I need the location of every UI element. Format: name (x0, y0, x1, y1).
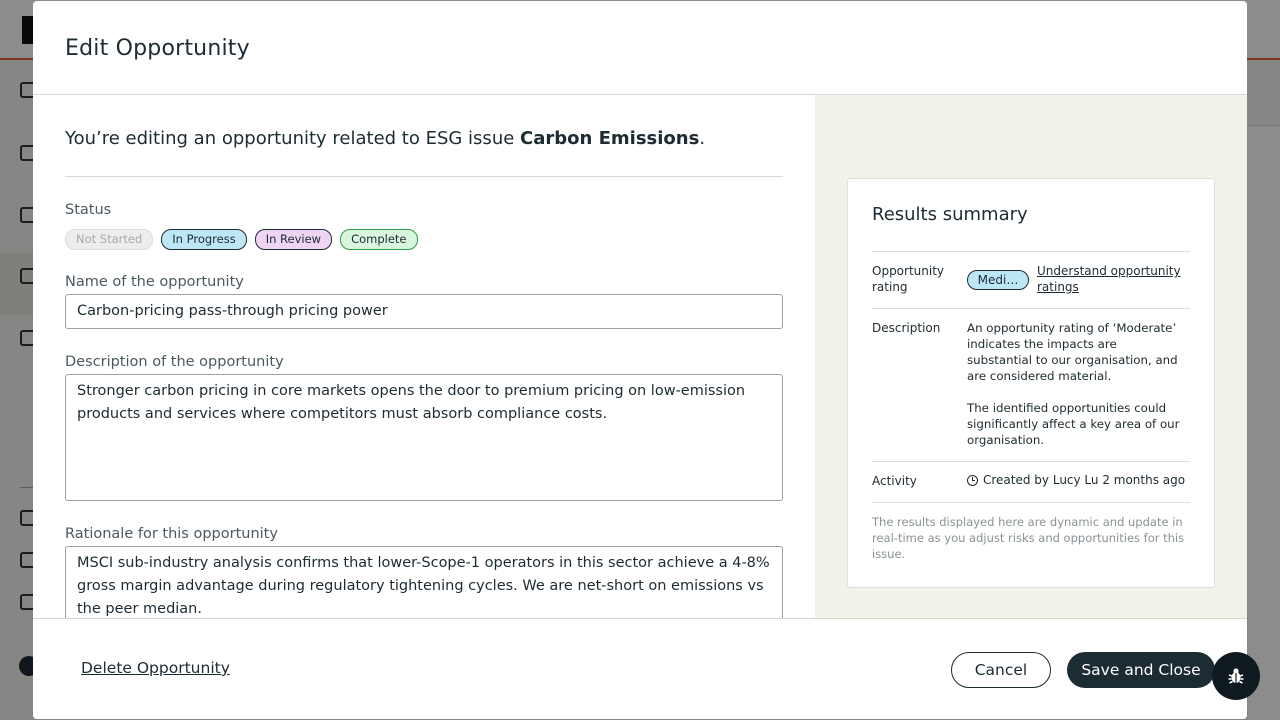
status-in-progress[interactable]: In Progress (161, 229, 247, 250)
modal-header: Edit Opportunity (33, 1, 1247, 95)
cancel-button[interactable]: Cancel (951, 652, 1051, 688)
results-note: The results displayed here are dynamic a… (872, 515, 1185, 561)
status-complete[interactable]: Complete (340, 229, 418, 250)
status-not-started[interactable]: Not Started (65, 229, 154, 250)
results-summary-title: Results summary (872, 204, 1028, 225)
activity-text: Created by Lucy Lu 2 months ago (983, 473, 1186, 487)
bug-report-button[interactable] (1212, 652, 1260, 700)
delete-opportunity-link[interactable]: Delete Opportunity (81, 659, 230, 677)
rationale-textarea[interactable]: MSCI sub-industry analysis confirms that… (65, 546, 783, 618)
description-field-label: Description of the opportunity (65, 354, 284, 370)
modal-footer: Delete Opportunity Cancel Save and Close (33, 618, 1247, 719)
bug-icon (1228, 668, 1244, 684)
status-in-review[interactable]: In Review (254, 229, 333, 250)
card-divider (872, 308, 1190, 309)
rating-label: Opportunity rating (872, 264, 945, 294)
understand-ratings-link[interactable]: Understand opportunity ratings (1037, 263, 1187, 295)
results-summary-card: Results summary Opportunity rating Medi…… (847, 178, 1215, 588)
name-field-label: Name of the opportunity (65, 274, 244, 290)
summary-column: Results summary Opportunity rating Medi…… (815, 95, 1247, 618)
form-column: You’re editing an opportunity related to… (33, 95, 815, 618)
activity-label: Activity (872, 474, 917, 488)
intro-text: You’re editing an opportunity related to… (65, 128, 706, 149)
rating-description-p1: An opportunity rating of ‘Moderate’ indi… (967, 321, 1178, 383)
card-divider (872, 502, 1190, 503)
card-divider (872, 461, 1190, 462)
name-input[interactable]: Carbon-pricing pass-through pricing powe… (65, 294, 783, 329)
status-selector: Not Started In Progress In Review Comple… (65, 229, 418, 250)
rationale-field-label: Rationale for this opportunity (65, 526, 278, 542)
clock-icon (967, 474, 978, 486)
modal-title: Edit Opportunity (65, 36, 250, 61)
edit-opportunity-modal: Edit Opportunity You’re editing an oppor… (33, 1, 1247, 719)
description-textarea[interactable]: Stronger carbon pricing in core markets … (65, 374, 783, 501)
esg-issue-name: Carbon Emissions (520, 128, 700, 149)
status-label: Status (65, 202, 112, 218)
description-label: Description (872, 321, 941, 335)
rating-description-p2: The identified opportunities could signi… (967, 401, 1180, 447)
save-and-close-button[interactable]: Save and Close (1067, 652, 1215, 688)
rating-badge: Medi… (967, 270, 1029, 290)
divider (65, 176, 783, 177)
card-divider (872, 251, 1190, 252)
activity-entry: Created by Lucy Lu 2 months ago (967, 473, 1185, 487)
